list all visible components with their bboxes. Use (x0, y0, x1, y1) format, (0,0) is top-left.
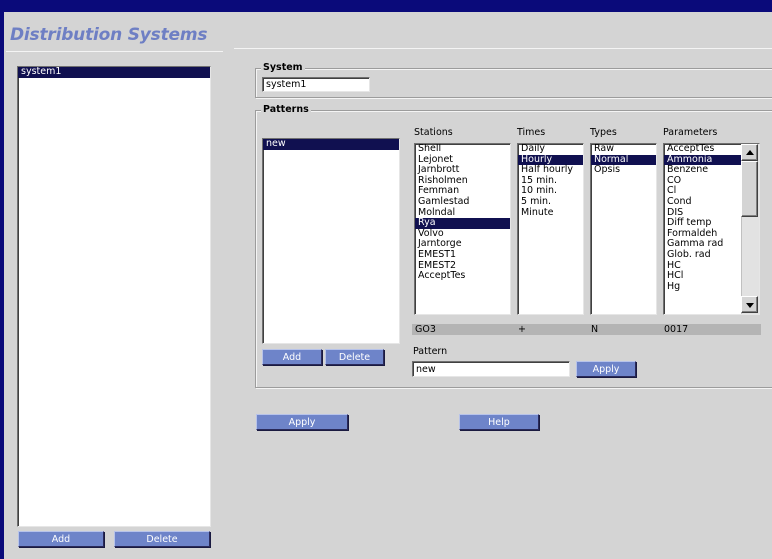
stations-list[interactable]: Shell Lejonet Jarnbrott Risholmen Femman Gaml… (414, 143, 511, 315)
times-status: + (518, 324, 526, 335)
selection-status-bar: GO3 + N 0017 (412, 324, 761, 335)
times-list[interactable]: Daily Hourly Half hourly 15 min. 10 min. 5 mi… (517, 143, 584, 315)
patterns-list[interactable]: new (262, 138, 400, 344)
systems-list[interactable]: system1 (17, 66, 211, 527)
station-list-item[interactable]: Shell (415, 144, 510, 155)
system-list-item[interactable]: system1 (18, 67, 210, 78)
system-group-label: System (261, 62, 305, 73)
type-list-item[interactable]: Raw (591, 144, 656, 155)
parameter-list-item[interactable]: AcceptTes (664, 144, 741, 155)
content-top-divider (234, 48, 772, 49)
help-button[interactable]: Help (459, 414, 539, 430)
add-pattern-button[interactable]: Add (262, 349, 322, 365)
types-status: N (591, 324, 599, 335)
title-divider (6, 51, 223, 52)
parameter-list-item[interactable]: Glob. rad (664, 249, 741, 261)
delete-system-button[interactable]: Delete (114, 531, 210, 547)
pattern-label: Pattern (413, 346, 448, 357)
station-list-item[interactable]: AcceptTes (415, 271, 510, 282)
app-window: Distribution Systems system1 Add Delete … (4, 12, 772, 559)
time-list-item[interactable]: 5 min. (518, 196, 583, 208)
station-list-item[interactable]: EMEST1 (415, 249, 510, 261)
scroll-up-icon[interactable] (741, 144, 758, 161)
apply-pattern-button[interactable]: Apply (576, 361, 636, 377)
app-title: Distribution Systems (10, 25, 208, 45)
parameter-list-item[interactable]: Hg (664, 281, 741, 293)
patterns-group-label: Patterns (261, 104, 311, 115)
time-list-item[interactable]: Daily (518, 144, 583, 155)
pattern-name-input[interactable] (412, 361, 570, 377)
parameters-header: Parameters (663, 127, 718, 138)
station-list-item[interactable]: Gamlestad (415, 196, 510, 208)
time-list-item[interactable]: Minute (518, 207, 583, 219)
pattern-list-item[interactable]: new (263, 139, 399, 150)
type-list-item[interactable]: Opsis (591, 165, 656, 176)
times-header: Times (517, 127, 546, 138)
apply-button[interactable]: Apply (256, 414, 348, 430)
parameters-scroll-thumb[interactable] (741, 161, 758, 217)
delete-pattern-button[interactable]: Delete (325, 349, 384, 365)
scroll-down-icon[interactable] (741, 296, 758, 313)
stations-status: GO3 (415, 324, 436, 335)
parameters-status: 0017 (664, 324, 689, 335)
system-name-input[interactable] (262, 77, 370, 92)
stations-header: Stations (414, 127, 453, 138)
parameter-list-item[interactable]: Cond (664, 196, 741, 208)
types-header: Types (590, 127, 617, 138)
add-system-button[interactable]: Add (18, 531, 104, 547)
types-list[interactable]: Raw Normal Opsis (590, 143, 657, 315)
